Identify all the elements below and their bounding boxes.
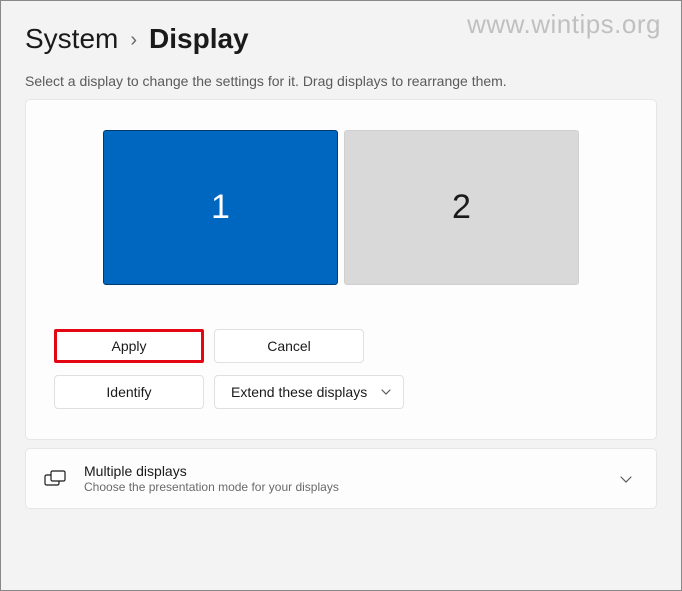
multiple-displays-text: Multiple displays Choose the presentatio… bbox=[84, 463, 602, 494]
display-mode-dropdown[interactable]: Extend these displays bbox=[214, 375, 404, 409]
cancel-button[interactable]: Cancel bbox=[214, 329, 364, 363]
chevron-down-icon bbox=[381, 386, 391, 398]
chevron-down-icon bbox=[620, 471, 638, 486]
display-arrangement-card: 1 2 Apply Cancel Identify Extend these d… bbox=[25, 99, 657, 440]
monitor-2[interactable]: 2 bbox=[344, 130, 579, 285]
identify-button[interactable]: Identify bbox=[54, 375, 204, 409]
multiple-displays-title: Multiple displays bbox=[84, 463, 602, 479]
breadcrumb-parent[interactable]: System bbox=[25, 23, 118, 55]
multiple-displays-row[interactable]: Multiple displays Choose the presentatio… bbox=[25, 448, 657, 509]
instruction-text: Select a display to change the settings … bbox=[25, 73, 657, 89]
watermark-text: www.wintips.org bbox=[467, 9, 661, 40]
apply-button[interactable]: Apply bbox=[54, 329, 204, 363]
breadcrumb-current: Display bbox=[149, 23, 249, 55]
monitor-arrangement-area[interactable]: 1 2 bbox=[54, 130, 628, 285]
multiple-displays-icon bbox=[44, 468, 66, 490]
multiple-displays-subtitle: Choose the presentation mode for your di… bbox=[84, 480, 602, 494]
monitor-1[interactable]: 1 bbox=[103, 130, 338, 285]
chevron-right-icon: › bbox=[130, 29, 137, 52]
display-mode-label: Extend these displays bbox=[231, 384, 367, 400]
